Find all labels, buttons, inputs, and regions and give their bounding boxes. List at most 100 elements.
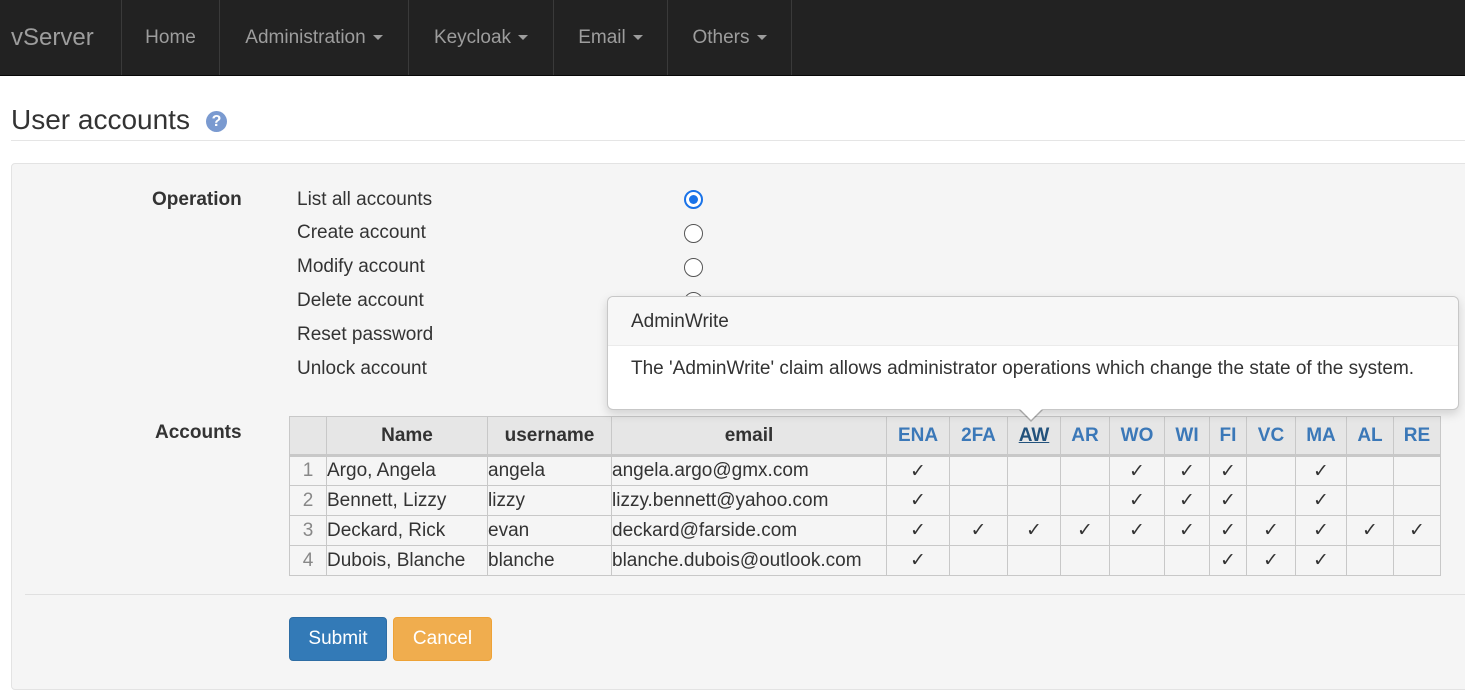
row-index-cell: 3 [289, 515, 327, 546]
claim-cell-fi: ✓ [1209, 485, 1247, 516]
name-cell: Dubois, Blanche [326, 545, 488, 576]
claim-cell-re: ✓ [1393, 515, 1441, 546]
tooltip-arrow [1020, 409, 1042, 420]
operation-delete-label[interactable]: Delete account [297, 290, 424, 312]
claim-cell-2fa [949, 485, 1008, 516]
check-mark-icon: ✓ [1313, 460, 1329, 482]
col-header-claim-ar[interactable]: AR [1060, 416, 1110, 456]
claim-cell-wi: ✓ [1164, 485, 1210, 516]
table-row[interactable]: 2 Bennett, Lizzy lizzy lizzy.bennett@yahoo.… [289, 485, 1441, 516]
claim-cell-al: ✓ [1346, 515, 1394, 546]
row-index-cell: 4 [289, 545, 327, 576]
claim-cell-re [1393, 455, 1441, 486]
claim-cell-wi: ✓ [1164, 515, 1210, 546]
username-cell: blanche [487, 545, 612, 576]
claim-cell-wi [1164, 545, 1210, 576]
check-mark-icon: ✓ [1313, 520, 1329, 541]
nav-home-label: Home [145, 27, 196, 48]
nav-others[interactable]: Others [668, 0, 792, 75]
check-mark-icon: ✓ [1129, 460, 1145, 482]
claim-cell-2fa: ✓ [949, 515, 1008, 546]
col-header-claim-wi[interactable]: WI [1164, 416, 1210, 456]
claim-cell-vc: ✓ [1246, 545, 1296, 576]
claim-cell-ma: ✓ [1295, 515, 1347, 546]
caret-down-icon [518, 35, 529, 41]
radio-create[interactable] [684, 224, 703, 243]
nav-home[interactable]: Home [122, 0, 220, 75]
table-row[interactable]: 3 Deckard, Rick evan deckard@farside.com ✓ ✓ ✓… [289, 515, 1441, 546]
name-cell: Deckard, Rick [326, 515, 488, 546]
operation-unlock-label[interactable]: Unlock account [297, 358, 427, 380]
nav-administration[interactable]: Administration [220, 0, 409, 75]
claim-cell-ena: ✓ [886, 455, 950, 486]
col-header-claim-al[interactable]: AL [1346, 416, 1394, 456]
form-divider [25, 594, 1465, 595]
operation-label: Operation [152, 189, 242, 210]
claim-cell-ar [1060, 545, 1110, 576]
col-header-claim-aw[interactable]: AW [1007, 416, 1061, 456]
claim-cell-al [1346, 485, 1394, 516]
claim-cell-wi: ✓ [1164, 455, 1210, 486]
radio-list-all[interactable] [684, 190, 703, 209]
nav-keycloak-label: Keycloak [433, 27, 512, 48]
claim-cell-re [1393, 485, 1441, 516]
cancel-button[interactable]: Cancel [393, 617, 492, 661]
check-mark-icon: ✓ [910, 490, 926, 511]
submit-button[interactable]: Submit [289, 617, 387, 661]
claim-cell-wo: ✓ [1109, 485, 1165, 516]
table-row[interactable]: 1 Argo, Angela angela angela.argo@gmx.com ✓ ✓… [289, 455, 1441, 486]
check-mark-icon: ✓ [1263, 550, 1279, 571]
operation-modify-label[interactable]: Modify account [297, 256, 425, 278]
claim-cell-ar [1060, 455, 1110, 486]
check-mark-icon: ✓ [1026, 520, 1042, 541]
operation-create-label[interactable]: Create account [297, 222, 426, 244]
claim-tooltip: AdminWrite The 'AdminWrite' claim allows… [607, 296, 1459, 410]
claim-cell-wo: ✓ [1109, 455, 1165, 486]
check-mark-icon: ✓ [1179, 460, 1195, 482]
caret-down-icon [756, 35, 767, 41]
check-mark-icon: ✓ [910, 520, 926, 541]
claim-cell-ma: ✓ [1295, 455, 1347, 486]
row-index-cell: 1 [289, 455, 327, 486]
col-header-claim-2fa[interactable]: 2FA [949, 416, 1008, 456]
operation-list-all-label[interactable]: List all accounts [297, 189, 432, 211]
username-cell: lizzy [487, 485, 612, 516]
claim-cell-aw [1007, 455, 1061, 486]
table-header-row: Name username email ENA 2FA AW AR WO WI … [289, 416, 1441, 456]
claim-cell-ena: ✓ [886, 545, 950, 576]
nav-email[interactable]: Email [554, 0, 668, 75]
col-header-name[interactable]: Name [326, 416, 488, 456]
username-cell: evan [487, 515, 612, 546]
check-mark-icon: ✓ [910, 460, 926, 482]
check-mark-icon: ✓ [1220, 490, 1236, 511]
radio-modify[interactable] [684, 258, 703, 277]
col-header-email[interactable]: email [611, 416, 887, 456]
help-icon[interactable]: ? [206, 111, 227, 132]
col-header-claim-wo[interactable]: WO [1109, 416, 1165, 456]
claim-cell-fi: ✓ [1209, 545, 1247, 576]
check-mark-icon: ✓ [970, 520, 987, 541]
col-header-claim-ma[interactable]: MA [1295, 416, 1347, 456]
page-title: User accounts [11, 104, 190, 135]
col-header-claim-vc[interactable]: VC [1246, 416, 1296, 456]
claim-cell-vc [1246, 455, 1296, 486]
brand-link[interactable]: vServer [0, 0, 122, 75]
check-mark-icon: ✓ [1263, 520, 1279, 541]
email-cell: blanche.dubois@outlook.com [611, 545, 887, 576]
nav-keycloak[interactable]: Keycloak [409, 0, 554, 75]
claim-cell-2fa [949, 455, 1008, 486]
check-mark-icon: ✓ [1129, 490, 1145, 511]
table-row[interactable]: 4 Dubois, Blanche blanche blanche.dubois@ou… [289, 545, 1441, 576]
col-header-username[interactable]: username [487, 416, 612, 456]
accounts-table: Name username email ENA 2FA AW AR WO WI … [289, 416, 1441, 576]
operation-reset-label[interactable]: Reset password [297, 324, 433, 346]
claim-cell-2fa [949, 545, 1008, 576]
claim-cell-ar: ✓ [1060, 515, 1110, 546]
col-header-claim-fi[interactable]: FI [1209, 416, 1247, 456]
email-cell: deckard@farside.com [611, 515, 887, 546]
col-header-claim-ena[interactable]: ENA [886, 416, 950, 456]
navbar: vServer Home Administration Keycloak Ema… [0, 0, 1465, 76]
check-mark-icon: ✓ [1220, 550, 1236, 571]
col-header-claim-re[interactable]: RE [1393, 416, 1441, 456]
title-divider [11, 140, 1465, 141]
